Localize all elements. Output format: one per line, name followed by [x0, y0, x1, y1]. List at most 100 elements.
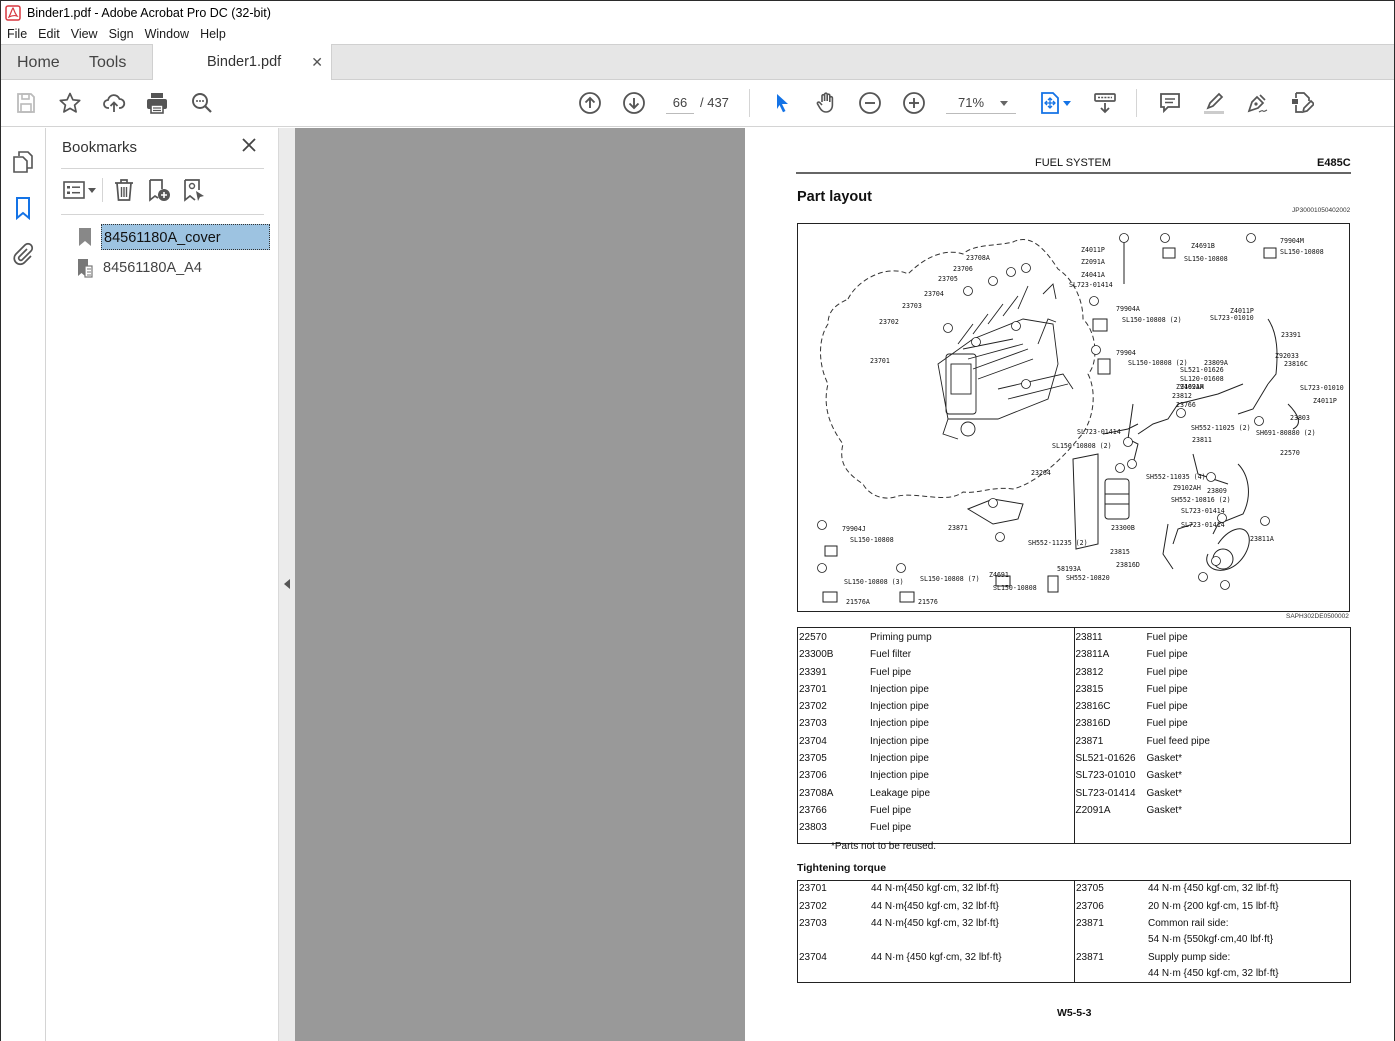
- part-number: 23703: [799, 718, 827, 730]
- fit-page-dropdown-icon[interactable]: [1063, 101, 1071, 106]
- toolbar-divider: [1136, 89, 1137, 117]
- delete-bookmark-icon[interactable]: [113, 178, 135, 202]
- part-number: 23701: [799, 683, 827, 695]
- part-name: Fuel feed pipe: [1146, 735, 1210, 747]
- bookmark-star-icon[interactable]: [57, 90, 83, 116]
- parts-table-row: 23703 Injection pipe: [799, 715, 1074, 732]
- hand-icon[interactable]: [813, 90, 839, 116]
- menu-edit[interactable]: Edit: [32, 27, 65, 41]
- parts-table-row: 23871 Fuel feed pipe: [1076, 733, 1351, 750]
- parts-table-row: 23706 Injection pipe: [799, 767, 1074, 784]
- search-zoom-icon[interactable]: [189, 90, 215, 116]
- diagram-part-label: 23300B: [1111, 524, 1135, 532]
- part-number: 23811A: [1075, 649, 1110, 661]
- diagram-part-label: Z4691: [989, 571, 1009, 579]
- part-name: Fuel pipe: [1146, 701, 1188, 713]
- part-name: Fuel pipe: [1146, 683, 1188, 695]
- part-name: Injection pipe: [870, 735, 929, 747]
- zoom-level-select[interactable]: 71%: [946, 92, 1016, 114]
- diagram-part-label: 23706: [953, 265, 973, 273]
- bookmarks-icon[interactable]: [11, 196, 35, 221]
- print-icon[interactable]: [144, 90, 170, 116]
- torque-section-title: Tightening torque: [797, 862, 887, 874]
- diagram-part-label: SL723-01414: [1077, 428, 1121, 436]
- menu-view[interactable]: View: [65, 27, 103, 41]
- torque-value: 54 N·m {550kgf·cm,40 lbf·ft}: [1148, 934, 1274, 945]
- highlight-icon[interactable]: [1201, 90, 1227, 116]
- diagram-part-label: 21576: [918, 598, 938, 606]
- new-bookmark-icon[interactable]: [147, 178, 171, 202]
- zoom-out-icon[interactable]: [857, 90, 883, 116]
- torque-part-number: 23702: [799, 901, 827, 912]
- diagram-part-label: SL150-10808 (7): [920, 575, 980, 583]
- page-number-input[interactable]: 66: [666, 92, 694, 114]
- options-menu-icon[interactable]: [63, 181, 85, 199]
- parts-table-row: 23812 Fuel pipe: [1076, 664, 1351, 681]
- diagram-part-label: SL150-10808: [1184, 255, 1228, 263]
- menu-file[interactable]: File: [1, 27, 32, 41]
- save-icon[interactable]: [13, 90, 39, 116]
- parts-table-row: 23811 Fuel pipe: [1076, 629, 1351, 646]
- panel-splitter[interactable]: [278, 128, 295, 1041]
- bookmark-from-structure-icon[interactable]: [182, 178, 206, 202]
- close-panel-icon[interactable]: [240, 136, 258, 154]
- sign-icon[interactable]: [1244, 90, 1270, 116]
- page-header-title: FUEL SYSTEM: [1035, 157, 1111, 169]
- bookmark-item[interactable]: 84561180A_A4: [76, 255, 271, 281]
- torque-part-number: 23703: [799, 918, 827, 929]
- parts-table-row: 23816C Fuel pipe: [1076, 698, 1351, 715]
- diagram-part-label: SL723-01010: [1210, 314, 1254, 322]
- part-name: Fuel pipe: [1146, 718, 1188, 730]
- part-number: 23803: [799, 822, 827, 834]
- menu-window[interactable]: Window: [139, 27, 194, 41]
- torque-part-number: 23871: [1076, 952, 1104, 963]
- comment-icon[interactable]: [1157, 90, 1183, 116]
- document-viewer[interactable]: FUEL SYSTEM E485C Part layout JP30001050…: [295, 128, 1394, 1041]
- page-thumbnails-icon[interactable]: [11, 150, 35, 174]
- chevron-down-icon[interactable]: [88, 188, 96, 193]
- edit-pdf-icon[interactable]: [1289, 90, 1315, 116]
- page-up-icon[interactable]: [577, 90, 603, 116]
- diagram-part-label: 23811: [1192, 436, 1212, 444]
- torque-value: 44 N·m{450 kgf·cm, 32 lbf·ft}: [871, 918, 999, 929]
- parts-diagram: 23708A 23706 23705 23704 23703 23702 23701 Z401…: [797, 223, 1350, 612]
- part-name: Injection pipe: [870, 718, 929, 730]
- select-cursor-icon[interactable]: [769, 90, 795, 116]
- torque-table-right-column: 23705 44 N·m {450 kgf·cm, 32 lbf·ft} 23706…: [1074, 881, 1350, 982]
- upload-cloud-icon[interactable]: [101, 90, 127, 116]
- attachments-icon[interactable]: [11, 242, 35, 266]
- part-number: 23816D: [1075, 718, 1111, 730]
- collapse-panel-icon[interactable]: [284, 579, 290, 589]
- zoom-level-value: 71%: [958, 95, 985, 110]
- bookmarks-panel: Bookmarks 84561180A_cover 84561180A_A4: [46, 128, 278, 1041]
- close-icon[interactable]: ✕: [311, 44, 323, 81]
- part-number: SL723-01414: [1075, 787, 1136, 799]
- part-name: Injection pipe: [870, 753, 929, 765]
- diagram-part-label: 21576A: [846, 598, 870, 606]
- parts-table-row: 23704 Injection pipe: [799, 733, 1074, 750]
- diagram-part-label: 23871: [948, 524, 968, 532]
- diagram-part-label: Z4011P: [1313, 397, 1337, 405]
- menu-help[interactable]: Help: [194, 27, 231, 41]
- diagram-part-label: SL150-10808 (2): [1052, 442, 1112, 450]
- tab-document[interactable]: Binder1.pdf ✕: [152, 44, 332, 81]
- parts-table-row: 23803 Fuel pipe: [799, 819, 1074, 836]
- diagram-part-label: 23708A: [966, 254, 990, 262]
- diagram-part-label: SH552-10816 (2): [1171, 496, 1231, 504]
- menu-sign[interactable]: Sign: [103, 27, 139, 41]
- page-down-icon[interactable]: [621, 90, 647, 116]
- diagram-part-label: SL723-01414: [1181, 507, 1225, 515]
- torque-part-number: 23871: [1076, 918, 1104, 929]
- figure-id: SAPH302DE0500002: [1286, 613, 1349, 620]
- tab-home[interactable]: Home: [17, 45, 60, 80]
- fit-page-icon[interactable]: [1037, 90, 1063, 116]
- tab-tools[interactable]: Tools: [89, 45, 126, 80]
- scroll-mode-icon[interactable]: [1092, 90, 1118, 116]
- diagram-part-label: 23815: [1110, 548, 1130, 556]
- bookmark-item[interactable]: 84561180A_cover: [76, 224, 271, 250]
- parts-table-row: 23816D Fuel pipe: [1076, 715, 1351, 732]
- zoom-in-icon[interactable]: [901, 90, 927, 116]
- part-name: Fuel pipe: [1146, 632, 1188, 643]
- diagram-part-label: SL150-10808 (2): [1128, 359, 1188, 367]
- part-name: Gasket*: [1146, 804, 1183, 816]
